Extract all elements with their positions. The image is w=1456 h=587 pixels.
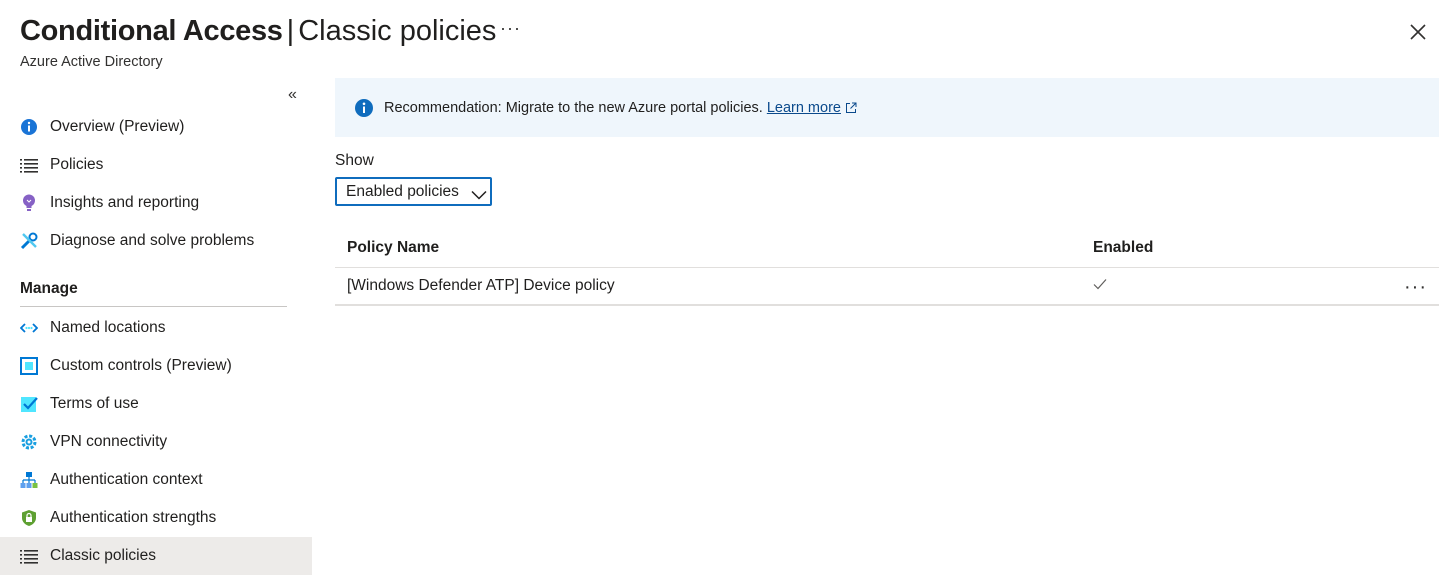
policy-name-cell[interactable]: [Windows Defender ATP] Device policy [335, 277, 1093, 295]
policies-table: Policy Name Enabled [Windows Defender AT… [335, 228, 1439, 306]
sidebar-item-insights[interactable]: Insights and reporting [0, 184, 312, 222]
section-divider [20, 306, 287, 307]
learn-more-link[interactable]: Learn more [767, 100, 841, 116]
show-filter-label: Show [335, 152, 374, 169]
show-filter-dropdown[interactable]: Enabled policies [335, 177, 492, 206]
page-title-main: Conditional Access [20, 15, 283, 47]
sidebar-item-classic-policies[interactable]: Classic policies [0, 537, 312, 575]
page-header: Conditional Access | Classic policies Azur… [20, 12, 496, 72]
sidebar-item-label: Policies [50, 156, 104, 173]
main-content: Recommendation: Migrate to the new Azure… [335, 78, 1439, 306]
checkmark-icon [1093, 277, 1107, 294]
list-icon [20, 547, 38, 565]
recommendation-banner: Recommendation: Migrate to the new Azure… [335, 78, 1439, 137]
custom-controls-icon [20, 357, 38, 375]
table-row[interactable]: [Windows Defender ATP] Device policy ··· [335, 268, 1439, 306]
sidebar-item-authentication-strengths[interactable]: Authentication strengths [0, 499, 312, 537]
sidebar-item-policies[interactable]: Policies [0, 146, 312, 184]
enabled-cell [1093, 277, 1293, 295]
sidebar-item-label: Named locations [50, 319, 166, 336]
dropdown-value: Enabled policies [346, 182, 459, 200]
sidebar-item-label: VPN connectivity [50, 433, 168, 450]
list-icon [20, 156, 38, 174]
sidebar-item-named-locations[interactable]: Named locations [0, 309, 312, 347]
column-header-enabled[interactable]: Enabled [1093, 239, 1293, 257]
sidebar-item-label: Authentication strengths [50, 509, 217, 526]
page-subtitle: Azure Active Directory [20, 54, 163, 70]
collapse-sidebar-icon[interactable]: « [288, 86, 297, 104]
sidebar-item-label: Diagnose and solve problems [50, 232, 255, 249]
sidebar-item-label: Custom controls (Preview) [50, 357, 232, 374]
sidebar-item-custom-controls[interactable]: Custom controls (Preview) [0, 347, 312, 385]
sidebar-item-overview[interactable]: Overview (Preview) [0, 108, 312, 146]
info-icon [354, 98, 374, 118]
wrench-icon [20, 232, 38, 250]
title-separator: | [286, 15, 295, 47]
sidebar-item-label: Insights and reporting [50, 194, 200, 211]
sidebar-item-diagnose[interactable]: Diagnose and solve problems [0, 222, 312, 260]
sidebar-item-label: Overview (Preview) [50, 118, 185, 135]
checklist-icon [20, 395, 38, 413]
row-more-options-icon[interactable]: ··· [1404, 276, 1427, 299]
info-icon [20, 118, 38, 136]
banner-text: Recommendation: Migrate to the new Azure… [384, 99, 763, 116]
external-link-icon[interactable] [845, 102, 857, 114]
sidebar-item-vpn-connectivity[interactable]: VPN connectivity [0, 423, 312, 461]
vpn-gear-icon [20, 433, 38, 451]
table-header: Policy Name Enabled [335, 228, 1439, 268]
sidebar: Overview (Preview) Policies Insights and… [0, 108, 312, 575]
lightbulb-icon [20, 194, 38, 212]
chevron-down-icon [471, 187, 487, 200]
sidebar-item-terms-of-use[interactable]: Terms of use [0, 385, 312, 423]
manage-section-header: Manage [20, 280, 78, 297]
page-title: Conditional Access | Classic policies [20, 12, 496, 50]
sidebar-item-label: Terms of use [50, 395, 139, 412]
sidebar-item-authentication-context[interactable]: Authentication context [0, 461, 312, 499]
sidebar-item-label: Classic policies [50, 547, 156, 564]
hierarchy-icon [20, 471, 38, 489]
close-icon[interactable] [1408, 22, 1428, 42]
page-title-sub: Classic policies [298, 15, 497, 47]
network-icon [20, 319, 38, 337]
more-options-icon[interactable]: ··· [500, 18, 521, 39]
column-header-policy-name[interactable]: Policy Name [335, 239, 1093, 257]
shield-lock-icon [20, 509, 38, 527]
sidebar-item-label: Authentication context [50, 471, 203, 488]
